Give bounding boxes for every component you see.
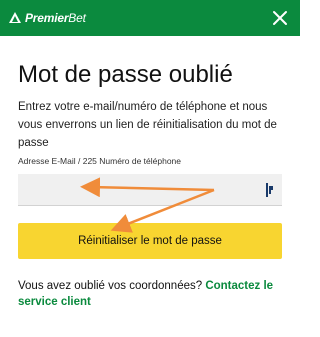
page-description: Entrez votre e-mail/numéro de téléphone …	[18, 101, 277, 149]
footer-question: Vous avez oublié vos coordonnées?	[18, 280, 206, 292]
email-phone-input[interactable]	[18, 174, 264, 204]
close-icon[interactable]	[270, 8, 290, 28]
page-title: Mot de passe oublié	[18, 61, 233, 88]
password-manager-icon[interactable]	[266, 183, 276, 197]
header-bar: PremierBet	[0, 0, 300, 36]
premierbet-logo-icon	[9, 12, 21, 23]
email-phone-field[interactable]	[18, 174, 282, 206]
reset-password-button[interactable]: Réinitialiser le mot de passe	[18, 223, 282, 259]
premierbet-logo: PremierBet	[8, 9, 86, 27]
contact-support-text: Vous avez oublié vos coordonnées? Contac…	[18, 278, 288, 310]
email-phone-label: Adresse E-Mail / 225 Numéro de téléphone	[18, 156, 182, 166]
logo-text: PremierBet	[25, 11, 86, 25]
forgot-password-page: PremierBet Mot de passe oublié Entrez vo…	[0, 0, 300, 337]
